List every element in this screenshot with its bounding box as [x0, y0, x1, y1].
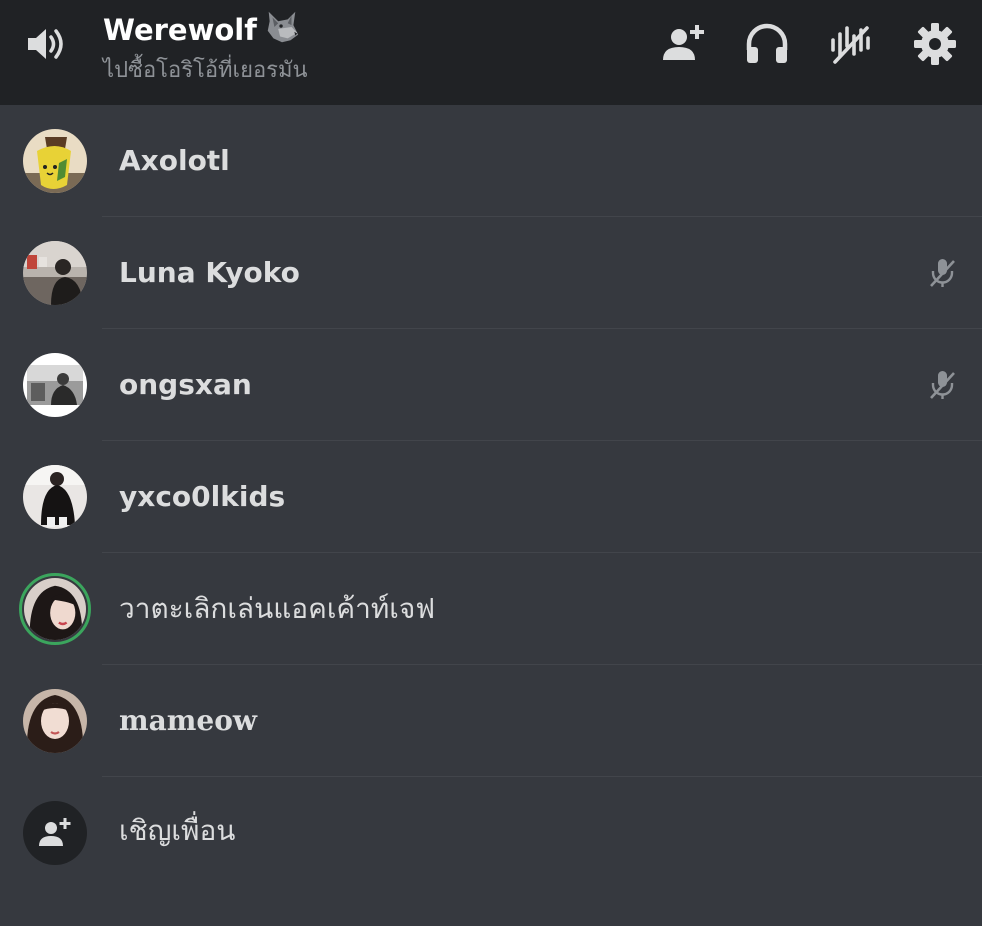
channel-title-block: Werewolf ไปซื้อโอริโอ้ที่เยอรมัน: [103, 8, 308, 86]
invite-friends-row[interactable]: เชิญเพื่อน: [0, 777, 982, 889]
headset-icon[interactable]: [743, 20, 791, 68]
add-user-icon[interactable]: [660, 20, 708, 68]
channel-title: Werewolf: [103, 8, 308, 56]
channel-status-text: ไปซื้อโอริโอ้ที่เยอรมัน: [103, 58, 308, 83]
voice-member-list: Axolotl Luna Kyoko ongsxan yxco0lkids วา…: [0, 105, 982, 889]
member-name: mameow: [119, 704, 257, 737]
avatar[interactable]: [23, 465, 87, 529]
member-row[interactable]: mameow: [0, 665, 982, 777]
avatar[interactable]: [23, 129, 87, 193]
add-user-icon: [39, 818, 71, 846]
member-name: yxco0lkids: [119, 480, 286, 513]
avatar[interactable]: [23, 689, 87, 753]
avatar-speaking[interactable]: [19, 573, 91, 645]
speaker-icon[interactable]: [24, 24, 68, 64]
voice-channel-header: Werewolf ไปซื้อโอริโอ้ที่เยอรมัน: [0, 0, 982, 105]
member-row[interactable]: ongsxan: [0, 329, 982, 441]
member-name: ongsxan: [119, 368, 252, 401]
gear-icon[interactable]: [911, 20, 959, 68]
member-row[interactable]: Axolotl: [0, 105, 982, 217]
avatar[interactable]: [23, 241, 87, 305]
muted-mic-icon: [926, 257, 958, 289]
member-row[interactable]: yxco0lkids: [0, 441, 982, 553]
invite-avatar[interactable]: [23, 801, 87, 865]
muted-mic-icon: [926, 369, 958, 401]
member-name: วาตะเลิกเล่นแอคเค้าท์เจฟ: [119, 592, 436, 625]
member-row[interactable]: วาตะเลิกเล่นแอคเค้าท์เจฟ: [0, 553, 982, 665]
member-row[interactable]: Luna Kyoko: [0, 217, 982, 329]
invite-friends-label: เชิญเพื่อน: [119, 814, 236, 847]
member-name: Axolotl: [119, 144, 230, 177]
channel-name: Werewolf: [103, 13, 257, 47]
noise-suppression-icon[interactable]: [827, 20, 875, 68]
wolf-emoji-icon: [263, 8, 301, 56]
member-name: Luna Kyoko: [119, 256, 300, 289]
avatar[interactable]: [23, 353, 87, 417]
